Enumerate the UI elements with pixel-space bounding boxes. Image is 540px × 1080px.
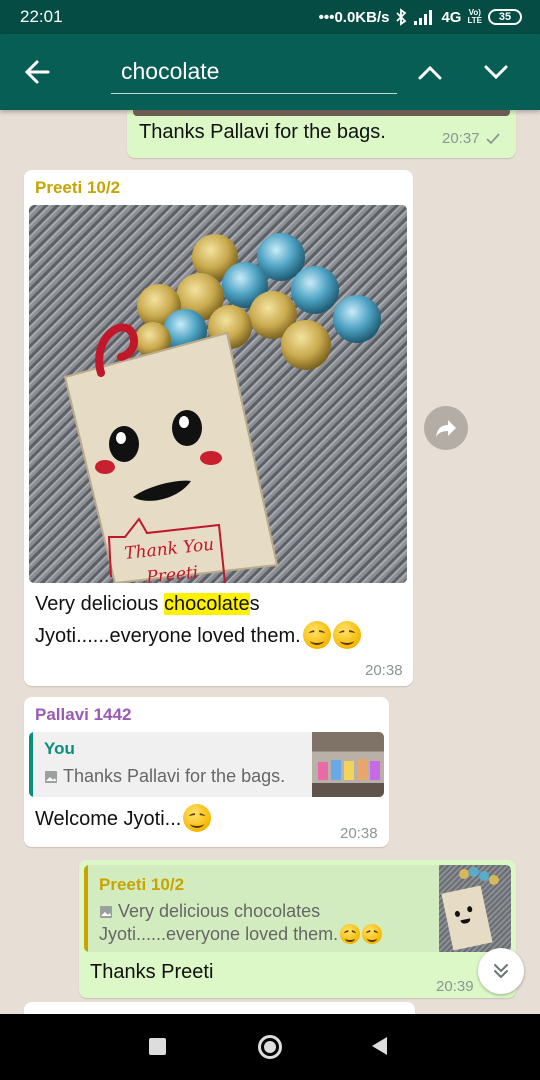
bluetooth-icon — [396, 8, 407, 26]
network-speed: •••0.0KB/s — [318, 8, 390, 26]
volte-indicator: Vo) LTE — [467, 8, 482, 25]
search-input[interactable]: chocolate — [111, 52, 397, 94]
message-time: 20:38 — [365, 662, 403, 679]
message-incoming-partial[interactable] — [24, 1002, 415, 1014]
photo-icon — [100, 906, 112, 918]
check-icon — [486, 133, 500, 145]
search-prev-button[interactable] — [414, 54, 446, 90]
quote-thumbnail — [439, 865, 511, 952]
sender-name: Preeti 10/2 — [35, 178, 121, 197]
quote-bar — [84, 865, 88, 952]
quote-text-line2: Jyoti......everyone loved them. — [99, 924, 383, 945]
chat-area[interactable]: Thanks Pallavi for the bags. 20:37 Preet… — [0, 110, 540, 1014]
message-time: 20:37 — [442, 130, 480, 147]
search-query: chocolate — [121, 58, 220, 84]
quote-thumbnail — [312, 732, 384, 797]
message-time: 20:38 — [340, 825, 378, 842]
smiling-face-emoji — [183, 804, 212, 832]
quote-text: Thanks Pallavi for the bags. — [63, 766, 286, 786]
status-bar: 22:01 •••0.0KB/s 4G Vo) LTE 35 — [0, 0, 540, 34]
arrow-left-icon — [24, 60, 50, 84]
message-outgoing[interactable]: Thanks Pallavi for the bags. 20:37 — [127, 110, 516, 158]
chevron-down-icon — [484, 65, 508, 80]
search-next-button[interactable] — [480, 54, 512, 90]
search-app-bar: chocolate — [0, 34, 540, 110]
system-nav-bar — [0, 1014, 540, 1080]
message-time: 20:39 — [436, 978, 474, 995]
status-time: 22:01 — [20, 7, 63, 26]
forward-arrow-icon — [436, 420, 456, 437]
smiling-face-emoji — [362, 924, 383, 944]
network-type: 4G — [441, 8, 462, 26]
double-chevron-down-icon — [494, 964, 508, 979]
message-incoming-image[interactable]: Preeti 10/2 Thank You Preeti Very delici… — [24, 170, 413, 686]
system-back-button[interactable] — [372, 1037, 387, 1055]
signal-icon — [414, 10, 433, 25]
quote-sender: Preeti 10/2 — [99, 875, 185, 894]
quote-text-line1: Very delicious chocolates — [118, 901, 321, 921]
forward-button[interactable] — [424, 406, 468, 450]
back-button[interactable] — [20, 52, 56, 92]
chocolates-photo[interactable]: Thank You Preeti — [29, 205, 407, 583]
message-text: Very delicious chocolates Jyoti......eve… — [35, 588, 405, 652]
battery-icon: 35 — [488, 9, 522, 25]
quoted-message[interactable]: You Thanks Pallavi for the bags. — [29, 732, 384, 797]
search-highlight: chocolate — [163, 593, 250, 615]
message-text: Welcome Jyoti... — [35, 803, 212, 835]
smiling-face-emoji — [340, 924, 361, 944]
home-button[interactable] — [258, 1035, 282, 1059]
quoted-message[interactable]: Preeti 10/2 Very delicious chocolates Jy… — [84, 865, 511, 952]
recent-apps-button[interactable] — [149, 1038, 166, 1055]
status-indicators: •••0.0KB/s 4G Vo) LTE 35 — [319, 8, 522, 26]
chevron-up-icon — [418, 65, 442, 80]
message-text: Thanks Pallavi for the bags. — [139, 121, 386, 143]
message-outgoing-reply[interactable]: Preeti 10/2 Very delicious chocolates Jy… — [79, 860, 516, 998]
smiling-face-emoji — [332, 621, 361, 649]
scroll-to-bottom-button[interactable] — [478, 948, 524, 994]
quote-bar — [29, 732, 33, 797]
sender-name: Pallavi 1442 — [35, 705, 132, 724]
chocolates-illustration: Thank You Preeti — [63, 233, 381, 583]
message-incoming-reply[interactable]: Pallavi 1442 You Thanks Pallavi for the … — [24, 697, 389, 847]
quote-sender: You — [44, 739, 75, 758]
photo-icon — [45, 771, 57, 783]
smiling-face-emoji — [302, 621, 331, 649]
message-text: Thanks Preeti — [90, 961, 214, 983]
